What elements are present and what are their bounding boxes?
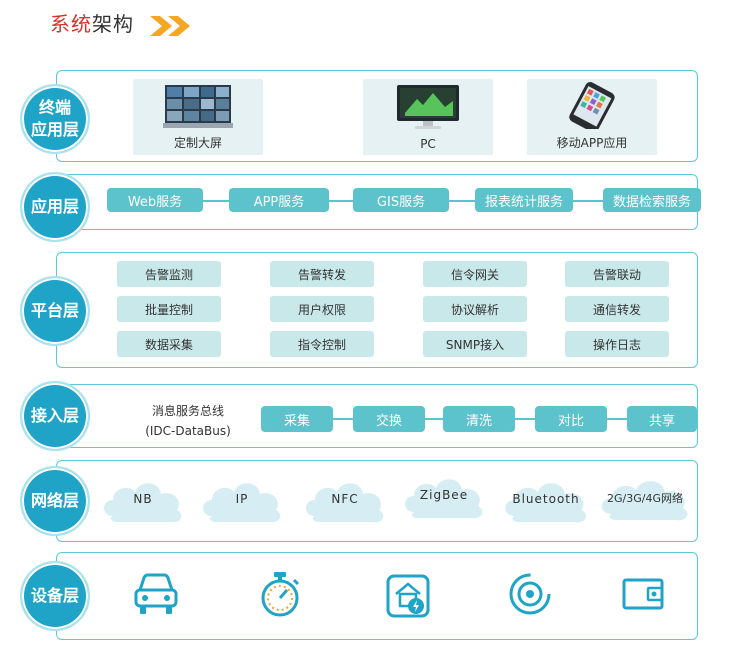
smartphone-icon <box>569 82 615 129</box>
platform-item[interactable]: 指令控制 <box>270 331 374 357</box>
layer-badge-label: 设备层 <box>30 586 79 605</box>
network-label: ZigBee <box>419 488 469 502</box>
layer-badge-network: 网络层 <box>20 466 90 536</box>
network-cloud[interactable]: NFC <box>299 470 391 534</box>
title-part2: 架构 <box>92 12 134 36</box>
smart-home-icon[interactable] <box>386 574 430 618</box>
layer-badge-device: 设备层 <box>20 561 90 631</box>
video-wall-icon <box>163 85 233 128</box>
layer-badge-platform: 平台层 <box>20 276 90 346</box>
platform-item[interactable]: 通信转发 <box>565 296 669 322</box>
network-label: NB <box>133 492 153 506</box>
access-step[interactable]: 对比 <box>535 406 607 432</box>
network-cloud[interactable]: IP <box>196 470 288 534</box>
platform-item[interactable]: SNMP接入 <box>423 331 527 357</box>
app-layer-panel: Web服务 APP服务 GIS服务 报表统计服务 数据检索服务 <box>56 174 701 230</box>
terminal-label: 移动APP应用 <box>556 136 628 150</box>
network-label: NFC <box>331 492 359 506</box>
platform-item[interactable]: 批量控制 <box>117 296 221 322</box>
layer-badge-app: 应用层 <box>20 172 90 242</box>
sensor-icon[interactable] <box>508 572 552 616</box>
platform-item[interactable]: 告警联动 <box>565 261 669 287</box>
network-cloud[interactable]: Bluetooth <box>498 470 594 534</box>
service-app[interactable]: APP服务 <box>229 188 329 212</box>
wallet-icon[interactable] <box>622 576 664 612</box>
terminal-pc[interactable]: PC <box>363 79 493 155</box>
page-title: 系统架构 <box>50 8 190 37</box>
access-step[interactable]: 交换 <box>353 406 425 432</box>
service-search[interactable]: 数据检索服务 <box>603 188 701 212</box>
network-cloud[interactable]: NB <box>97 470 189 534</box>
network-cloud[interactable]: 2G/3G/4G网络 <box>594 468 696 532</box>
platform-item[interactable]: 数据采集 <box>117 331 221 357</box>
layer-badge-terminal: 终端 应用层 <box>20 84 90 154</box>
network-label: Bluetooth <box>512 492 580 506</box>
platform-layer-panel: 告警监测 告警转发 信令网关 告警联动 批量控制 用户权限 协议解析 通信转发 … <box>56 252 698 368</box>
terminal-label: PC <box>420 137 436 151</box>
access-step[interactable]: 共享 <box>627 406 697 432</box>
network-label: IP <box>235 492 249 506</box>
platform-item[interactable]: 告警转发 <box>270 261 374 287</box>
title-part1: 系统 <box>50 12 92 36</box>
network-label: 2G/3G/4G网络 <box>607 492 683 505</box>
terminal-layer-panel: 定制大屏 PC 移动APP应用 <box>56 70 698 162</box>
layer-badge-access: 接入层 <box>20 381 90 451</box>
car-icon[interactable] <box>132 572 180 616</box>
message-bus-label: 消息服务总线 (IDC-DataBus) <box>133 401 243 441</box>
platform-item[interactable]: 操作日志 <box>565 331 669 357</box>
layer-badge-label: 终端 应用层 <box>30 98 79 139</box>
monitor-icon <box>397 85 459 129</box>
network-cloud[interactable]: ZigBee <box>398 466 490 530</box>
platform-item[interactable]: 协议解析 <box>423 296 527 322</box>
bus-line2: (IDC-DataBus) <box>145 424 231 438</box>
access-step[interactable]: 采集 <box>261 406 333 432</box>
layer-badge-label: 平台层 <box>30 301 79 320</box>
bus-line1: 消息服务总线 <box>151 404 224 418</box>
double-chevron-icon <box>150 16 190 36</box>
service-web[interactable]: Web服务 <box>107 188 203 212</box>
terminal-mobile-app[interactable]: 移动APP应用 <box>527 79 657 155</box>
access-layer-panel: 消息服务总线 (IDC-DataBus) 采集 交换 清洗 对比 共享 <box>56 384 698 448</box>
terminal-video-wall[interactable]: 定制大屏 <box>133 79 263 155</box>
platform-item[interactable]: 信令网关 <box>423 261 527 287</box>
layer-badge-label: 网络层 <box>30 491 79 510</box>
terminal-label: 定制大屏 <box>173 136 222 150</box>
stopwatch-icon[interactable] <box>258 570 302 618</box>
platform-item[interactable]: 用户权限 <box>270 296 374 322</box>
service-report[interactable]: 报表统计服务 <box>475 188 573 212</box>
access-step[interactable]: 清洗 <box>443 406 515 432</box>
layer-badge-label: 应用层 <box>30 197 79 216</box>
platform-item[interactable]: 告警监测 <box>117 261 221 287</box>
service-gis[interactable]: GIS服务 <box>353 188 449 212</box>
layer-badge-label: 接入层 <box>30 406 79 425</box>
